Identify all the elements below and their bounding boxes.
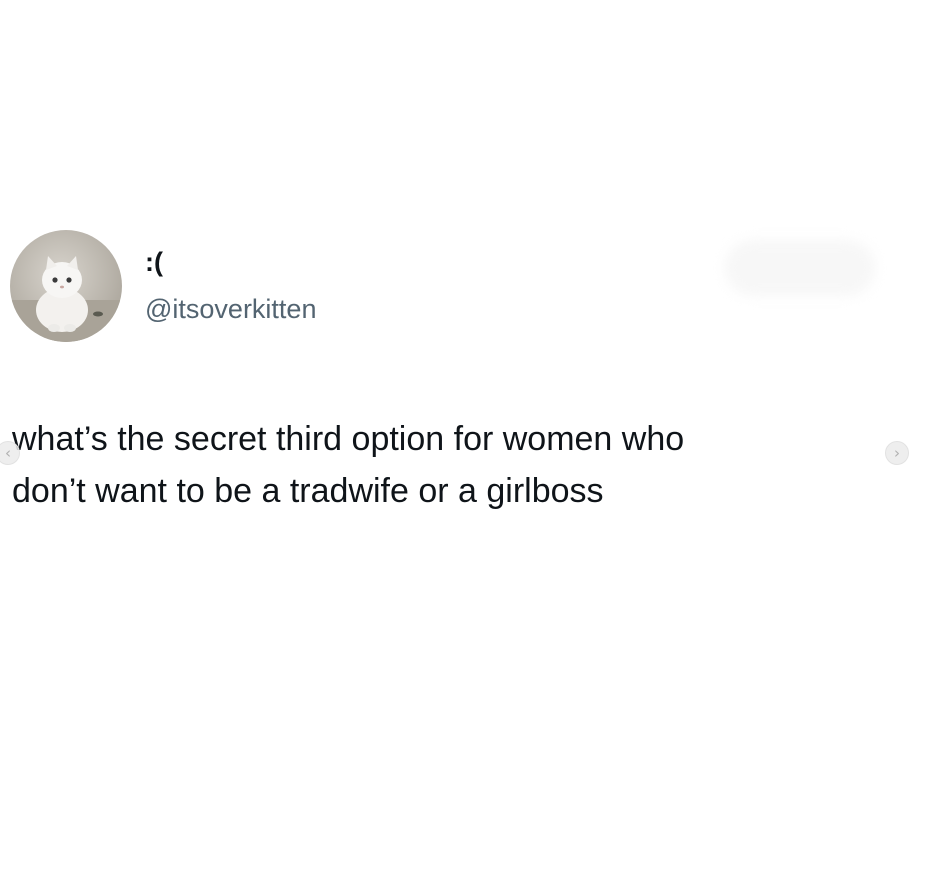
avatar[interactable] [10, 230, 122, 342]
tweet-text: what’s the secret third option for women… [12, 413, 892, 517]
kitten-avatar-icon [10, 256, 122, 342]
tweet-text-line-2: don’t want to be a tradwife or a girlbos… [12, 472, 604, 510]
blurred-follow-button [725, 240, 875, 296]
chevron-right-icon[interactable]: › [885, 441, 909, 465]
display-name[interactable]: :( [145, 247, 163, 277]
tweet-text-line-1: what’s the secret third option for women… [12, 420, 685, 458]
user-handle[interactable]: @itsoverkitten [145, 293, 316, 325]
tweet-card: :( @itsoverkitten what’s the secret thir… [0, 0, 928, 874]
